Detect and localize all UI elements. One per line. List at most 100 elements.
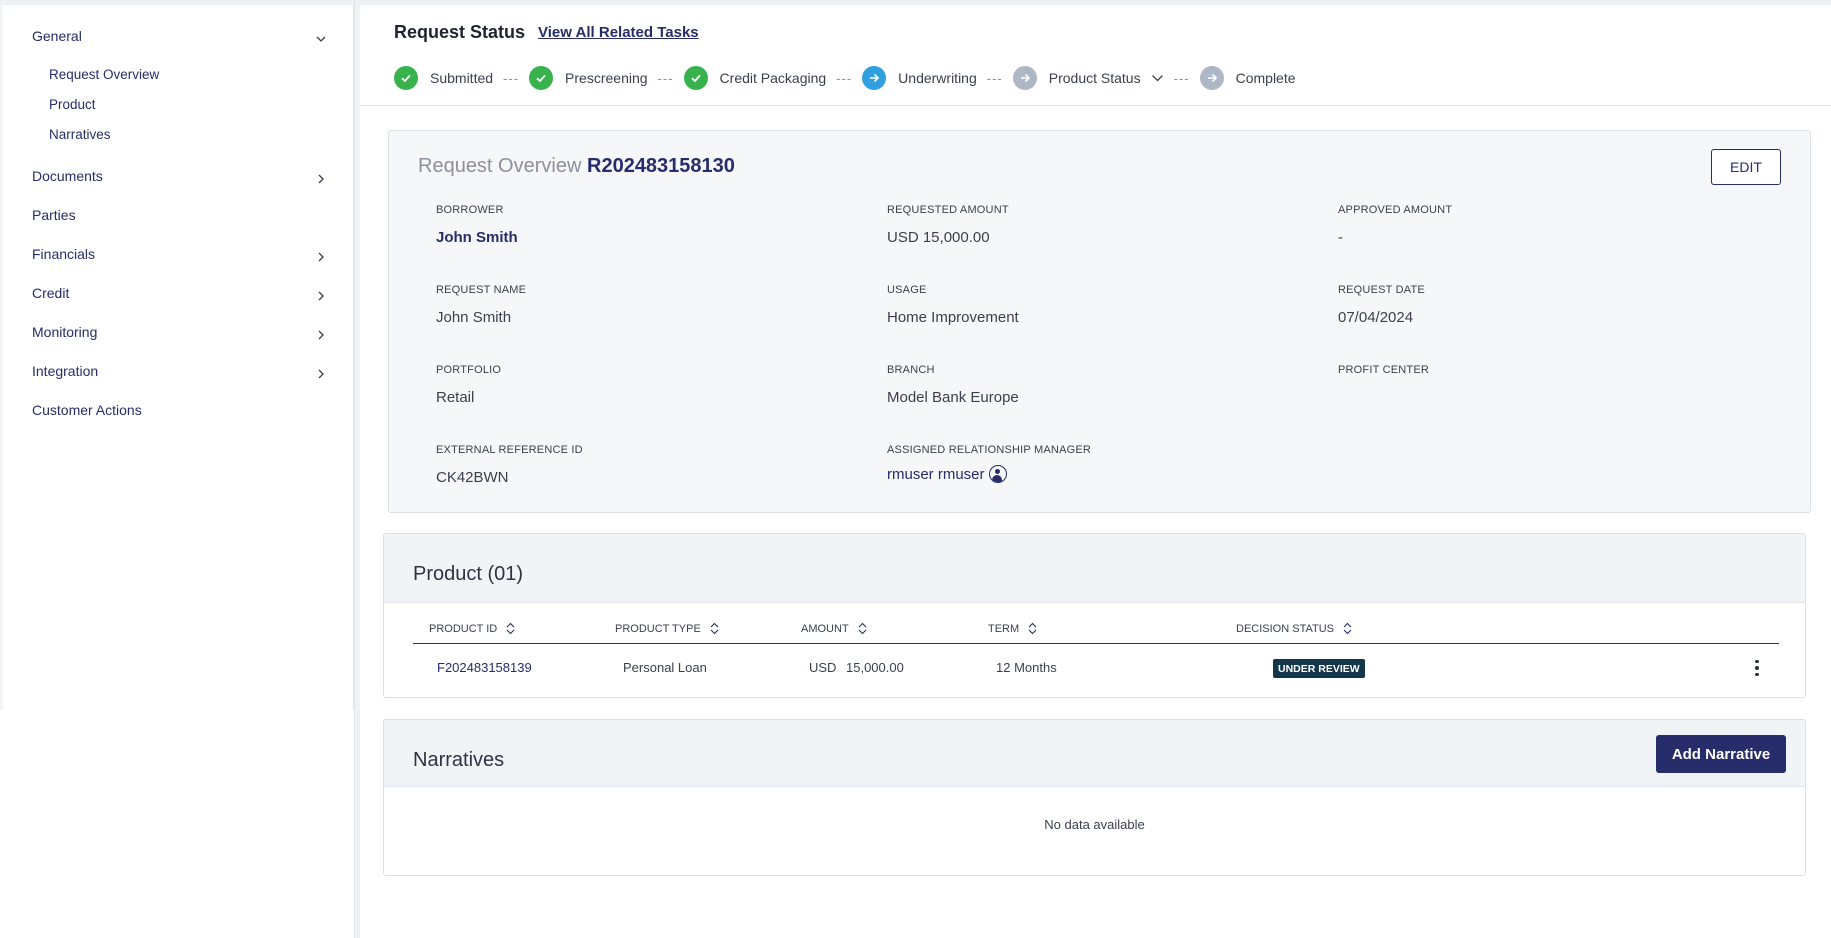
- product-table-header: PRODUCT ID PRODUCT TYPE AMOUNT TERM DECI…: [413, 622, 1779, 644]
- section-title: Narratives: [413, 749, 505, 771]
- content-divider: [354, 0, 360, 938]
- sidebar-item-parties[interactable]: Parties: [32, 204, 332, 226]
- step-label: Underwriting: [898, 70, 977, 86]
- arrow-right-icon: [1199, 66, 1224, 90]
- field-label: BRANCH: [887, 364, 935, 376]
- step-separator: ---: [657, 70, 674, 86]
- more-options-icon[interactable]: [1751, 657, 1763, 679]
- sidebar-item-label: Parties: [32, 207, 76, 223]
- step-separator: ---: [986, 70, 1003, 86]
- column-product-type[interactable]: PRODUCT TYPE: [615, 622, 719, 635]
- step-separator: ---: [503, 70, 520, 86]
- sidebar-item-customer-actions[interactable]: Customer Actions: [32, 399, 332, 421]
- borrower-link[interactable]: John Smith: [436, 229, 518, 246]
- step-complete[interactable]: Complete: [1199, 66, 1296, 90]
- table-row: F202483158139 Personal Loan USD 15,000.0…: [413, 653, 1779, 683]
- amount-currency-cell: USD: [809, 660, 837, 675]
- field-value: John Smith: [436, 309, 512, 326]
- field-request-date: REQUEST DATE 07/04/2024: [1338, 284, 1425, 326]
- column-term[interactable]: TERM: [988, 622, 1037, 635]
- field-value: Home Improvement: [887, 309, 1019, 326]
- product-card: Product (01) PRODUCT ID PRODUCT TYPE AMO…: [383, 533, 1806, 698]
- field-relationship-manager: ASSIGNED RELATIONSHIP MANAGER rmuser rmu…: [887, 444, 1091, 483]
- column-decision-status[interactable]: DECISION STATUS: [1236, 622, 1352, 635]
- sidebar-item-financials[interactable]: Financials: [32, 243, 332, 265]
- field-requested-amount: REQUESTED AMOUNT USD 15,000.00: [887, 204, 1009, 246]
- sidebar-item-general[interactable]: General: [32, 25, 332, 47]
- sidebar-subitem-product[interactable]: Product: [49, 97, 96, 112]
- field-profit-center: PROFIT CENTER: [1338, 364, 1429, 389]
- user-icon[interactable]: [988, 465, 1007, 483]
- view-related-tasks-link[interactable]: View All Related Tasks: [538, 24, 699, 41]
- narratives-header: Narratives Add Narrative: [384, 720, 1805, 787]
- step-prescreening[interactable]: Prescreening: [529, 66, 648, 90]
- request-id: R202483158130: [587, 155, 735, 177]
- status-stepper: Submitted --- Prescreening --- Credit Pa…: [394, 65, 1296, 91]
- sidebar-item-monitoring[interactable]: Monitoring: [32, 321, 332, 343]
- field-request-name: REQUEST NAME John Smith: [436, 284, 526, 326]
- field-label: PORTFOLIO: [436, 364, 502, 376]
- sidebar-item-credit[interactable]: Credit: [32, 282, 332, 304]
- field-label: REQUEST NAME: [436, 284, 527, 296]
- step-separator: ---: [836, 70, 853, 86]
- step-credit-packaging[interactable]: Credit Packaging: [683, 66, 827, 90]
- chevron-down-icon: [316, 31, 326, 42]
- column-product-id[interactable]: PRODUCT ID: [429, 622, 515, 635]
- page-title: Request Status: [394, 22, 526, 42]
- sidebar-item-label: Integration: [32, 363, 99, 379]
- product-type-cell: Personal Loan: [623, 660, 707, 675]
- sidebar-item-documents[interactable]: Documents: [32, 165, 332, 187]
- step-label: Submitted: [430, 70, 494, 86]
- status-badge: UNDER REVIEW: [1273, 659, 1365, 678]
- field-label: REQUESTED AMOUNT: [887, 204, 1009, 216]
- step-label: Product Status: [1048, 70, 1141, 86]
- field-borrower: BORROWER John Smith: [436, 204, 518, 246]
- product-id-link[interactable]: F202483158139: [437, 660, 532, 675]
- sidebar-item-label: Financials: [32, 246, 96, 262]
- field-label: USAGE: [887, 284, 927, 296]
- add-narrative-button[interactable]: Add Narrative: [1656, 735, 1786, 773]
- sort-icon: [858, 622, 867, 635]
- sidebar-edge: [0, 5, 3, 710]
- edit-button[interactable]: EDIT: [1711, 149, 1781, 185]
- check-icon: [529, 66, 554, 90]
- column-amount[interactable]: AMOUNT: [801, 622, 867, 635]
- field-label: EXTERNAL REFERENCE ID: [436, 444, 583, 456]
- chevron-down-icon[interactable]: [1151, 73, 1164, 83]
- step-separator: ---: [1173, 70, 1190, 86]
- sidebar-subitem-request-overview[interactable]: Request Overview: [49, 67, 159, 82]
- field-label: REQUEST DATE: [1338, 284, 1425, 296]
- field-value: USD 15,000.00: [887, 229, 990, 246]
- arrow-right-icon: [1012, 66, 1037, 90]
- field-label: PROFIT CENTER: [1338, 364, 1430, 376]
- step-product-status[interactable]: Product Status: [1012, 66, 1164, 90]
- sidebar-item-label: Customer Actions: [32, 402, 142, 418]
- sort-icon: [710, 622, 719, 635]
- rm-name: rmuser rmuser: [887, 465, 985, 483]
- sidebar: General Request Overview Product Narrati…: [0, 5, 354, 710]
- field-portfolio: PORTFOLIO Retail: [436, 364, 501, 406]
- section-title: Request Overview: [418, 155, 582, 177]
- step-label: Complete: [1235, 70, 1296, 86]
- chevron-right-icon: [316, 249, 326, 262]
- field-value: -: [1338, 229, 1343, 246]
- field-value: Retail: [436, 389, 475, 406]
- field-usage: USAGE Home Improvement: [887, 284, 1019, 326]
- product-header: Product (01): [384, 534, 1805, 603]
- column-label: AMOUNT: [801, 622, 849, 635]
- relationship-manager-link[interactable]: rmuser rmuser: [887, 465, 1091, 483]
- amount-value-cell: 15,000.00: [846, 660, 904, 675]
- sidebar-item-integration[interactable]: Integration: [32, 360, 332, 382]
- app-root: General Request Overview Product Narrati…: [0, 0, 1831, 938]
- sidebar-subitem-narratives[interactable]: Narratives: [49, 127, 111, 142]
- sidebar-item-label: Documents: [32, 168, 103, 184]
- step-underwriting[interactable]: Underwriting: [862, 66, 977, 90]
- step-submitted[interactable]: Submitted: [394, 66, 493, 90]
- check-icon: [394, 66, 418, 90]
- request-status-header: Request Status View All Related Tasks Su…: [360, 5, 1831, 106]
- check-icon: [683, 66, 708, 90]
- step-label: Prescreening: [565, 70, 648, 86]
- sidebar-item-label: Monitoring: [32, 324, 98, 340]
- step-label: Credit Packaging: [719, 70, 827, 86]
- sort-icon: [1343, 622, 1352, 635]
